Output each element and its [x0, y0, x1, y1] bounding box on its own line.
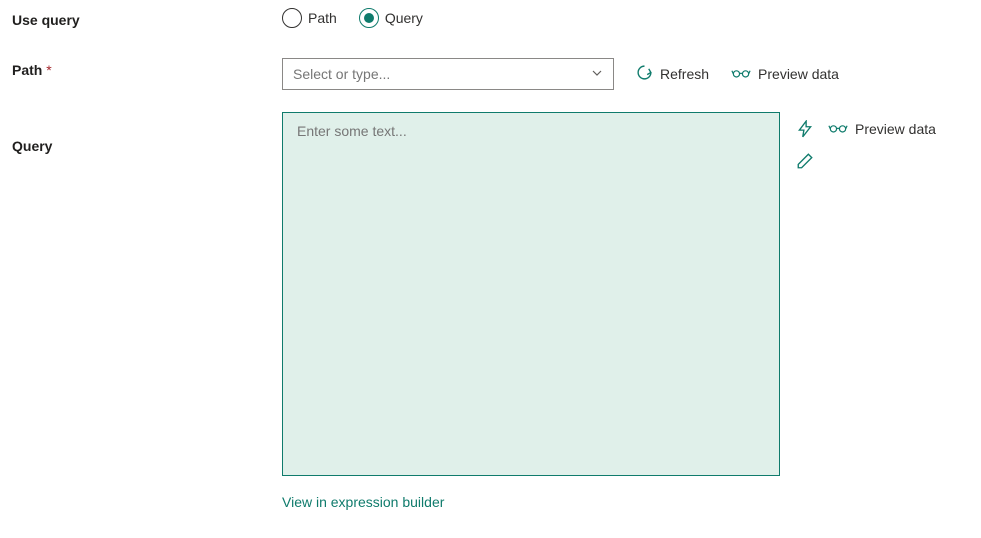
lightning-icon[interactable] [796, 120, 814, 138]
pencil-icon[interactable] [796, 152, 814, 170]
preview-data-query-label: Preview data [855, 121, 936, 137]
radio-query[interactable]: Query [359, 8, 423, 28]
required-asterisk: * [46, 62, 51, 78]
refresh-icon [636, 64, 653, 84]
path-label: Path * [12, 58, 282, 78]
preview-data-query-button[interactable]: Preview data [828, 121, 936, 138]
use-query-label: Use query [12, 8, 282, 28]
glasses-icon [731, 66, 751, 83]
preview-data-button[interactable]: Preview data [731, 66, 839, 83]
glasses-icon [828, 121, 848, 138]
radio-query-label: Query [385, 10, 423, 26]
query-input[interactable] [282, 112, 780, 476]
path-select[interactable]: Select or type... [282, 58, 614, 90]
radio-path[interactable]: Path [282, 8, 337, 28]
expression-builder-link[interactable]: View in expression builder [282, 494, 936, 510]
path-select-placeholder: Select or type... [293, 66, 390, 82]
radio-unchecked-icon [282, 8, 302, 28]
radio-checked-icon [359, 8, 379, 28]
radio-path-label: Path [308, 10, 337, 26]
use-query-radio-group: Path Query [282, 8, 423, 28]
preview-data-label: Preview data [758, 66, 839, 82]
query-label: Query [12, 112, 282, 154]
chevron-down-icon [591, 66, 603, 82]
refresh-button[interactable]: Refresh [636, 64, 709, 84]
refresh-label: Refresh [660, 66, 709, 82]
